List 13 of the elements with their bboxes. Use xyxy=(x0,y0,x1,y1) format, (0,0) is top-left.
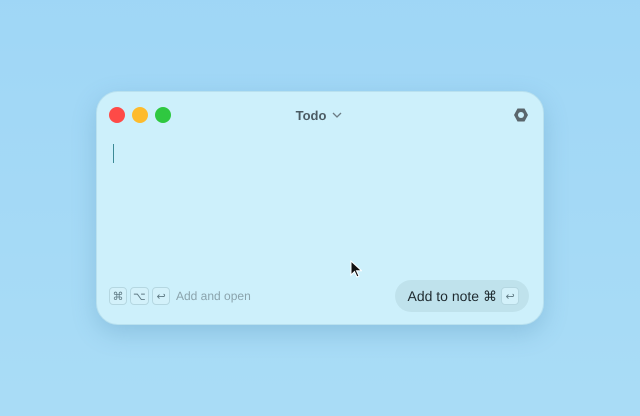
window-control[interactable] xyxy=(155,107,171,123)
key-cap: ⌥ xyxy=(130,287,149,305)
key-cap: ↩ xyxy=(152,287,170,305)
chevron-icon xyxy=(332,112,342,118)
add-to-note-button[interactable]: Add to note ⌘ ↩ xyxy=(395,280,529,312)
note-selector[interactable]: Todo xyxy=(229,108,409,122)
shortcut-label: Add and open xyxy=(176,289,251,303)
settings-icon[interactable] xyxy=(513,107,529,123)
mouse-pointer-icon xyxy=(350,260,362,278)
key-cap: ⌘ xyxy=(109,287,127,305)
key-cap: ↩ xyxy=(501,287,519,305)
window-control[interactable] xyxy=(132,107,148,123)
window-control[interactable] xyxy=(109,107,125,123)
